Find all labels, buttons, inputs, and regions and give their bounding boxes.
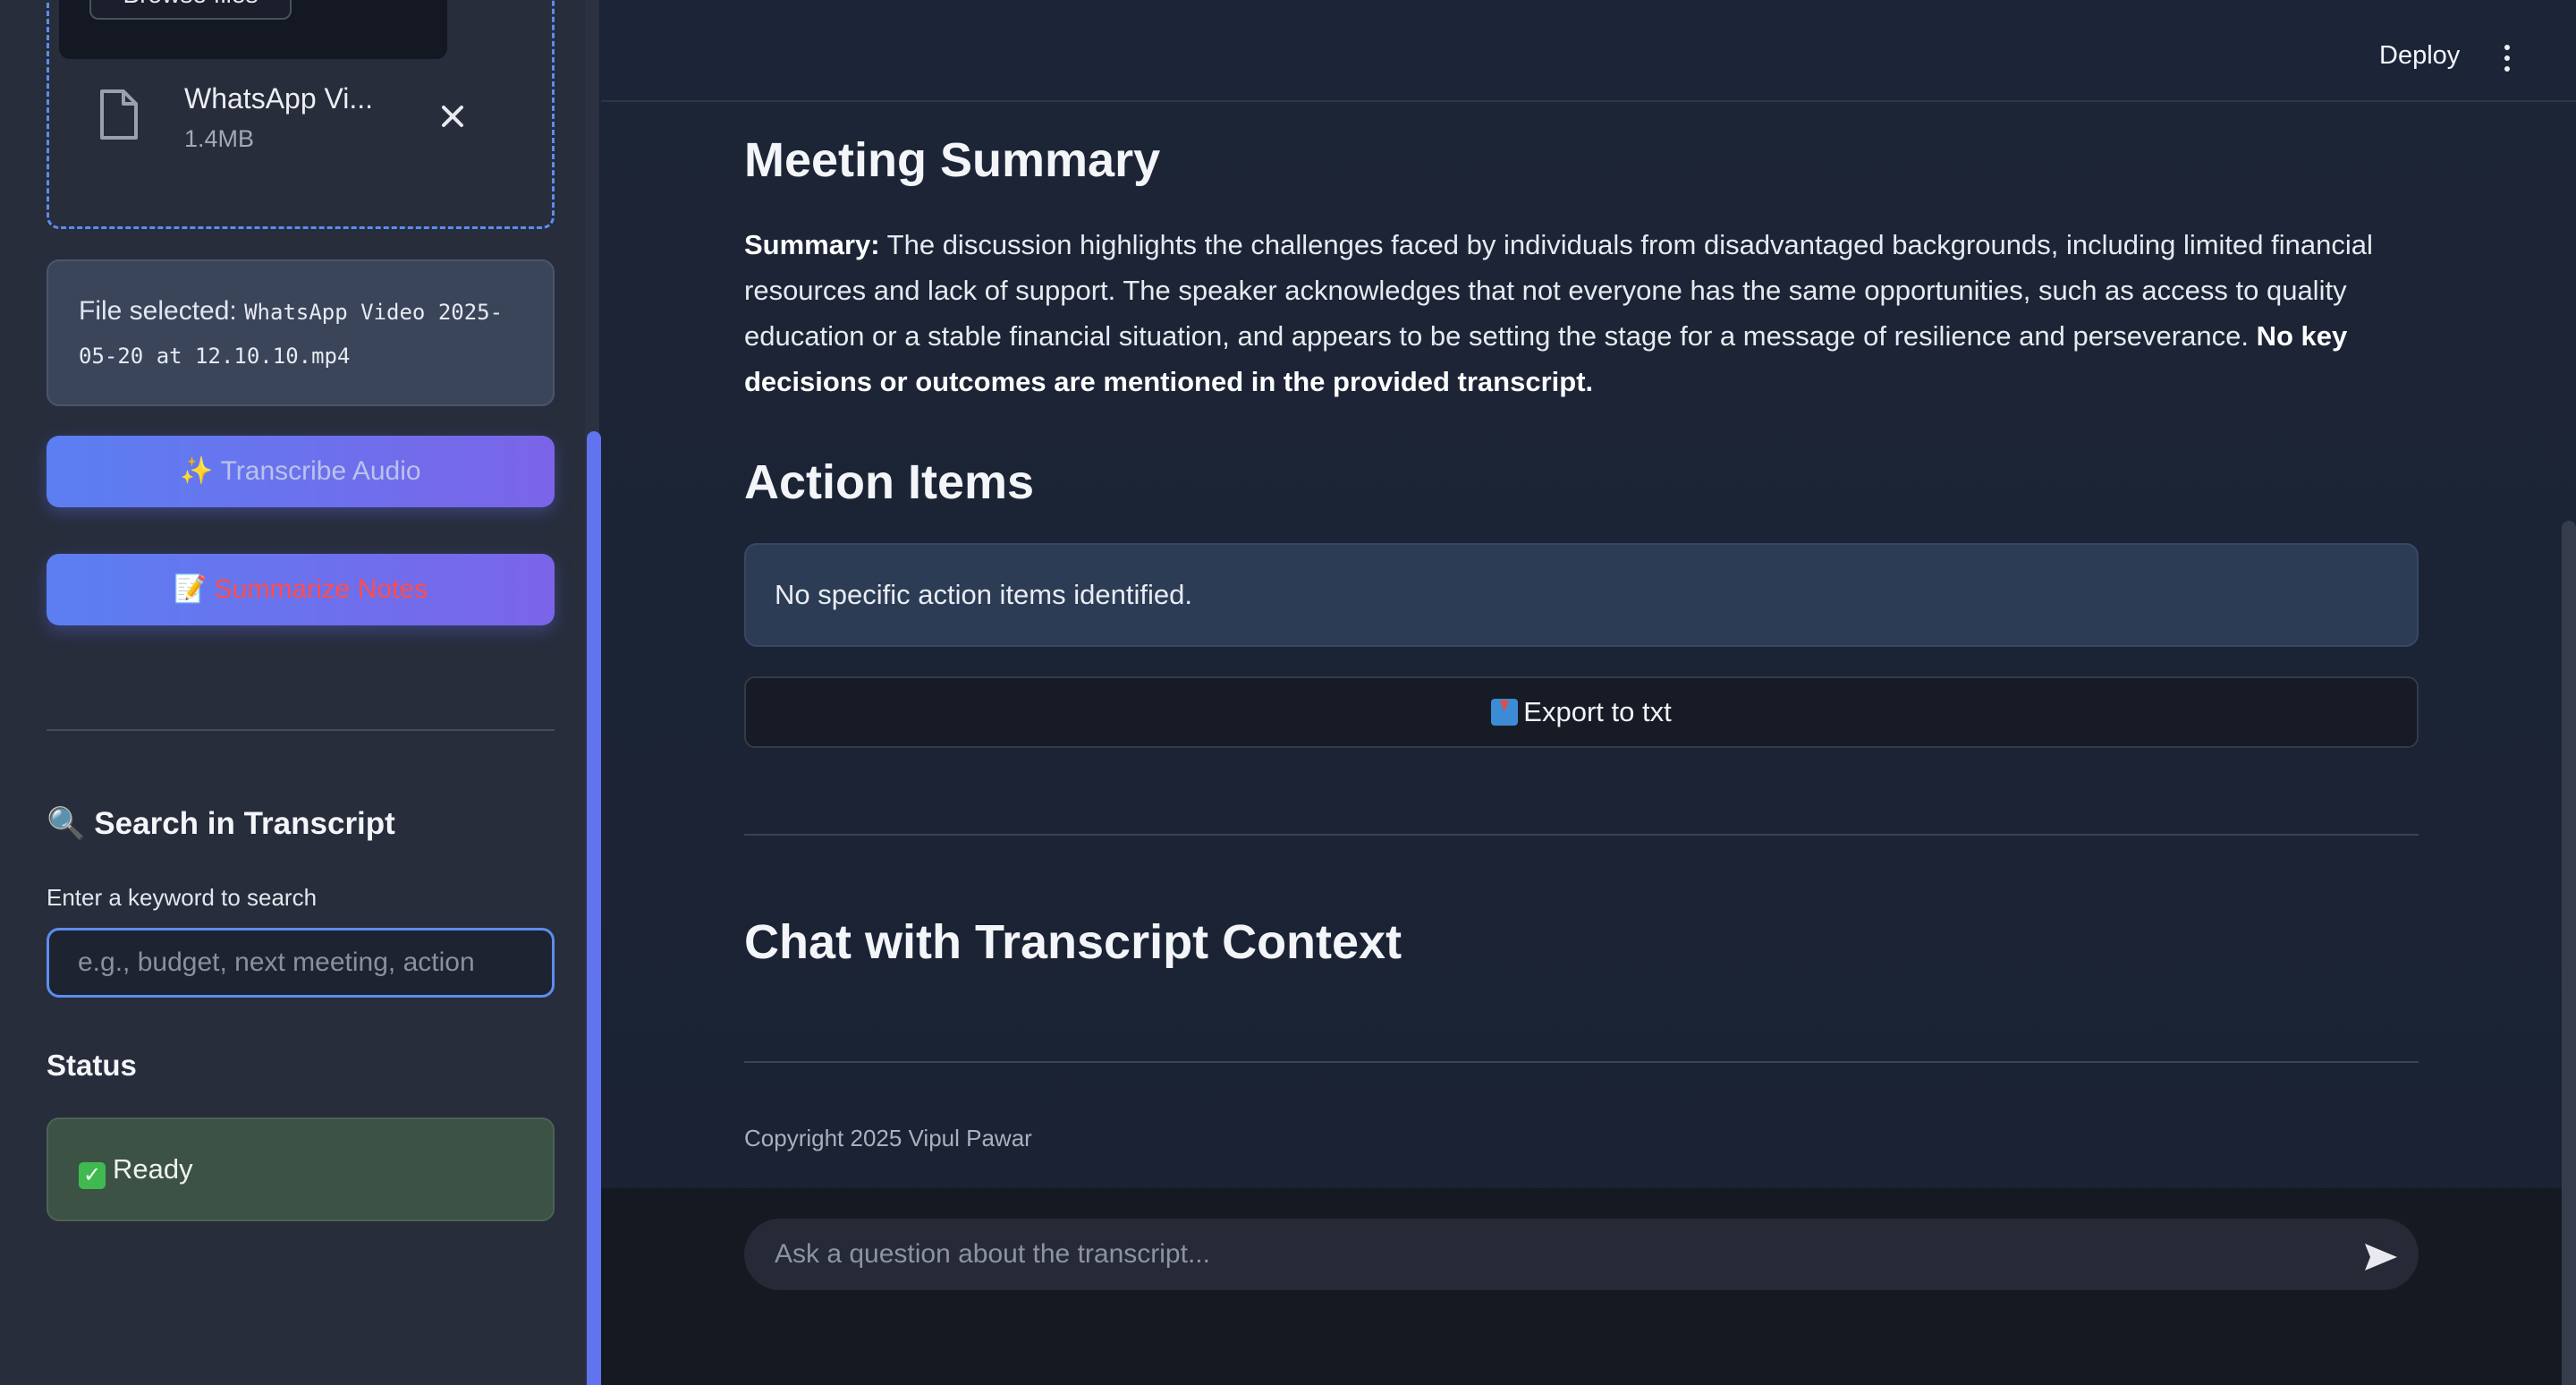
uploaded-file-size: 1.4MB — [184, 125, 255, 152]
action-items-heading: Action Items — [744, 455, 1035, 509]
search-heading: 🔍 Search in Transcript — [47, 806, 395, 841]
sidebar: Browse files WhatsApp Vi... 1.4MB File s… — [0, 0, 585, 1385]
chat-heading: Chat with Transcript Context — [744, 915, 1402, 969]
summarize-notes-button[interactable]: 📝 Summarize Notes — [47, 554, 555, 625]
summary-paragraph: Summary: The discussion highlights the c… — [744, 222, 2435, 404]
search-input[interactable] — [47, 928, 555, 998]
browse-files-button[interactable]: Browse files — [89, 0, 292, 20]
section-divider — [744, 1061, 2419, 1063]
summary-text: The discussion highlights the challenges… — [744, 229, 2373, 352]
status-badge: ✓ Ready — [47, 1117, 555, 1221]
kebab-menu-icon[interactable] — [2501, 45, 2513, 75]
export-label: Export to txt — [1523, 696, 1672, 727]
summary-label: Summary: — [744, 229, 880, 260]
main-content: Deploy Meeting Summary Summary: The disc… — [601, 0, 2576, 1385]
send-icon[interactable] — [2363, 1242, 2399, 1272]
status-heading: Status — [47, 1049, 137, 1082]
top-header: Deploy — [601, 0, 2576, 102]
export-to-txt-button[interactable]: Export to txt — [744, 676, 2419, 748]
inbox-tray-icon — [1491, 699, 1519, 726]
uploaded-file-name: WhatsApp Vi... — [184, 82, 374, 115]
transcribe-audio-button[interactable]: ✨ Transcribe Audio — [47, 436, 555, 507]
file-icon — [100, 89, 138, 140]
uploaded-file-row: WhatsApp Vi... 1.4MB — [98, 55, 474, 163]
file-selected-info: File selected: WhatsApp Video 2025-05-20… — [47, 259, 555, 406]
sidebar-divider — [47, 729, 555, 731]
check-icon: ✓ — [79, 1162, 106, 1189]
dropzone-area[interactable]: Browse files — [59, 0, 447, 59]
file-selected-label: File selected: — [79, 296, 237, 326]
search-label: Enter a keyword to search — [47, 884, 318, 911]
chat-input-bar — [601, 1188, 2562, 1385]
section-divider — [744, 834, 2419, 836]
chat-input[interactable] — [744, 1219, 2419, 1290]
action-items-info: No specific action items identified. — [744, 543, 2419, 647]
main-scrollbar-thumb[interactable] — [2562, 521, 2576, 1385]
copyright-text: Copyright 2025 Vipul Pawar — [744, 1125, 1032, 1151]
deploy-button[interactable]: Deploy — [2379, 41, 2460, 71]
meeting-summary-heading: Meeting Summary — [744, 133, 1161, 187]
close-icon[interactable] — [435, 98, 470, 134]
status-value: Ready — [113, 1153, 193, 1185]
sidebar-scrollbar-thumb[interactable] — [587, 431, 601, 1385]
